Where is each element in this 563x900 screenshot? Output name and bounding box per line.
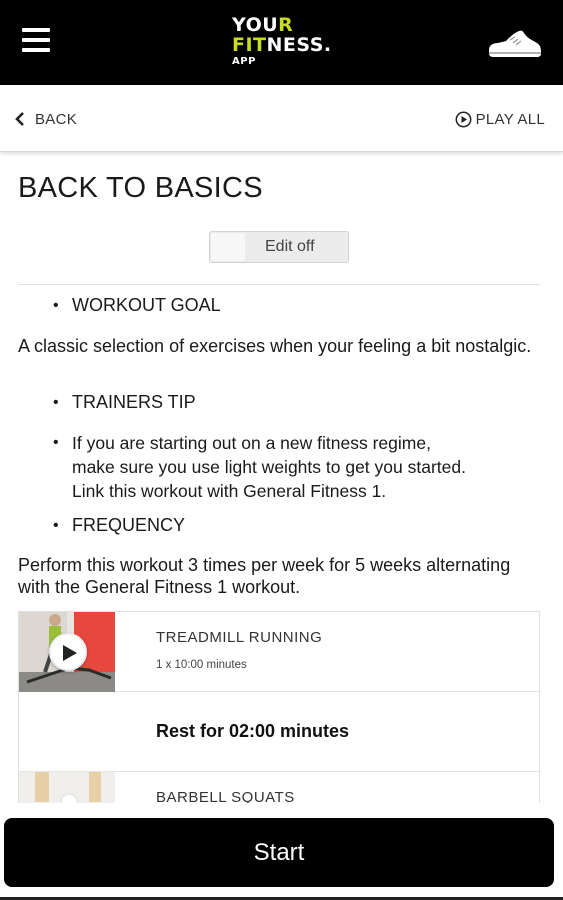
exercise-thumbnail[interactable] [19, 612, 115, 692]
divider [18, 284, 540, 285]
back-label: BACK [35, 110, 78, 128]
toggle-knob [211, 233, 245, 261]
app-header: YOUR FITNESS. APP [0, 0, 563, 85]
workout-goal-heading: • WORKOUT GOAL [53, 295, 221, 315]
edit-toggle[interactable]: Edit off [209, 231, 349, 263]
exercise-thumbnail[interactable] [19, 772, 115, 803]
sneaker-icon[interactable] [486, 28, 542, 60]
play-circle-icon [455, 111, 472, 127]
workout-goal-text: A classic selection of exercises when yo… [18, 336, 532, 356]
exercise-row[interactable]: BARBELL SQUATS [19, 772, 539, 803]
frequency-heading: • FREQUENCY [53, 515, 186, 535]
chevron-left-icon [15, 112, 24, 126]
exercise-name: BARBELL SQUATS [156, 789, 295, 803]
edit-toggle-label: Edit off [265, 238, 315, 255]
rest-row: Rest for 02:00 minutes [19, 692, 539, 772]
hamburger-menu-icon[interactable] [22, 26, 50, 54]
start-button[interactable]: Start [4, 818, 554, 887]
nav-bar: BACK PLAY ALL [0, 85, 563, 152]
barbell-squat-image [19, 772, 115, 803]
play-video-icon[interactable] [49, 633, 87, 671]
back-button[interactable]: BACK [13, 109, 77, 129]
frequency-text: Perform this workout 3 times per week fo… [18, 555, 511, 597]
start-label: Start [253, 838, 305, 866]
play-all-button[interactable]: PLAY ALL [455, 109, 545, 129]
rest-duration: Rest for 02:00 minutes [156, 721, 350, 741]
trainers-tip-heading: • TRAINERS TIP [53, 392, 196, 412]
exercise-row[interactable]: TREADMILL RUNNING 1 x 10:00 minutes [19, 612, 539, 692]
exercise-sets: 1 x 10:00 minutes [156, 659, 247, 671]
exercise-list: TREADMILL RUNNING 1 x 10:00 minutes Rest… [18, 611, 540, 803]
exercise-name: TREADMILL RUNNING [156, 629, 323, 646]
page-title: BACK TO BASICS [18, 172, 263, 204]
app-logo: YOUR FITNESS. APP [232, 14, 332, 67]
play-all-label: PLAY ALL [475, 110, 545, 128]
trainers-tip-text: • If you are starting out on a new fitnes… [53, 433, 466, 501]
